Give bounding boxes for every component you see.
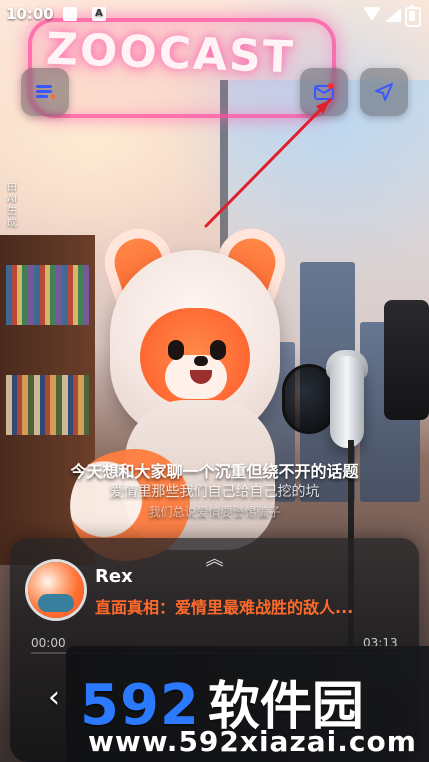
subtitle-line-2: 我们总说爱情要警惕骗子 [148, 505, 281, 519]
track-title[interactable]: 直面真相：爱情里最难战胜的敌人... [95, 594, 353, 618]
neon-sign-text: ZOOCAST [45, 23, 296, 84]
notification-badge: A [92, 7, 106, 21]
author-name[interactable]: Rex [95, 566, 133, 587]
fox-eye [210, 340, 226, 360]
navigation-icon [375, 83, 393, 101]
ai-generated-char: 由 [7, 182, 17, 193]
fox-eye [168, 340, 184, 360]
wifi-icon [363, 7, 381, 21]
menu-icon [36, 85, 56, 99]
notification-icon [63, 7, 77, 21]
status-time: 10:00 [6, 5, 54, 23]
mail-icon [314, 83, 334, 100]
signal-icon [385, 8, 401, 22]
status-right [351, 5, 421, 27]
fox-nose [194, 356, 208, 366]
watermark-url: www.592xiazai.com [88, 725, 417, 758]
ai-generated-char: 生 [7, 206, 17, 217]
subtitle-title: 今天想和大家聊一个沉重但绕不开的话题 [70, 462, 359, 481]
menu-button[interactable] [21, 68, 69, 116]
status-bar: 10:00 A [0, 0, 429, 30]
notification-badge-text: A [95, 8, 103, 19]
ai-generated-label: 由 AI 生 成 [6, 182, 18, 230]
microphone [330, 356, 364, 448]
ai-generated-char: AI [7, 194, 17, 205]
battery-icon [405, 5, 421, 27]
elapsed-time: 00:00 [31, 636, 66, 650]
inbox-button[interactable] [300, 68, 348, 116]
previous-button[interactable]: ‹ [44, 682, 64, 714]
share-button[interactable] [360, 68, 408, 116]
ai-generated-char: 成 [7, 218, 17, 229]
author-avatar[interactable] [28, 562, 84, 618]
subtitle-line-1: 爱情里那些我们自己给自己挖的坑 [109, 484, 320, 500]
speaker [384, 300, 429, 420]
